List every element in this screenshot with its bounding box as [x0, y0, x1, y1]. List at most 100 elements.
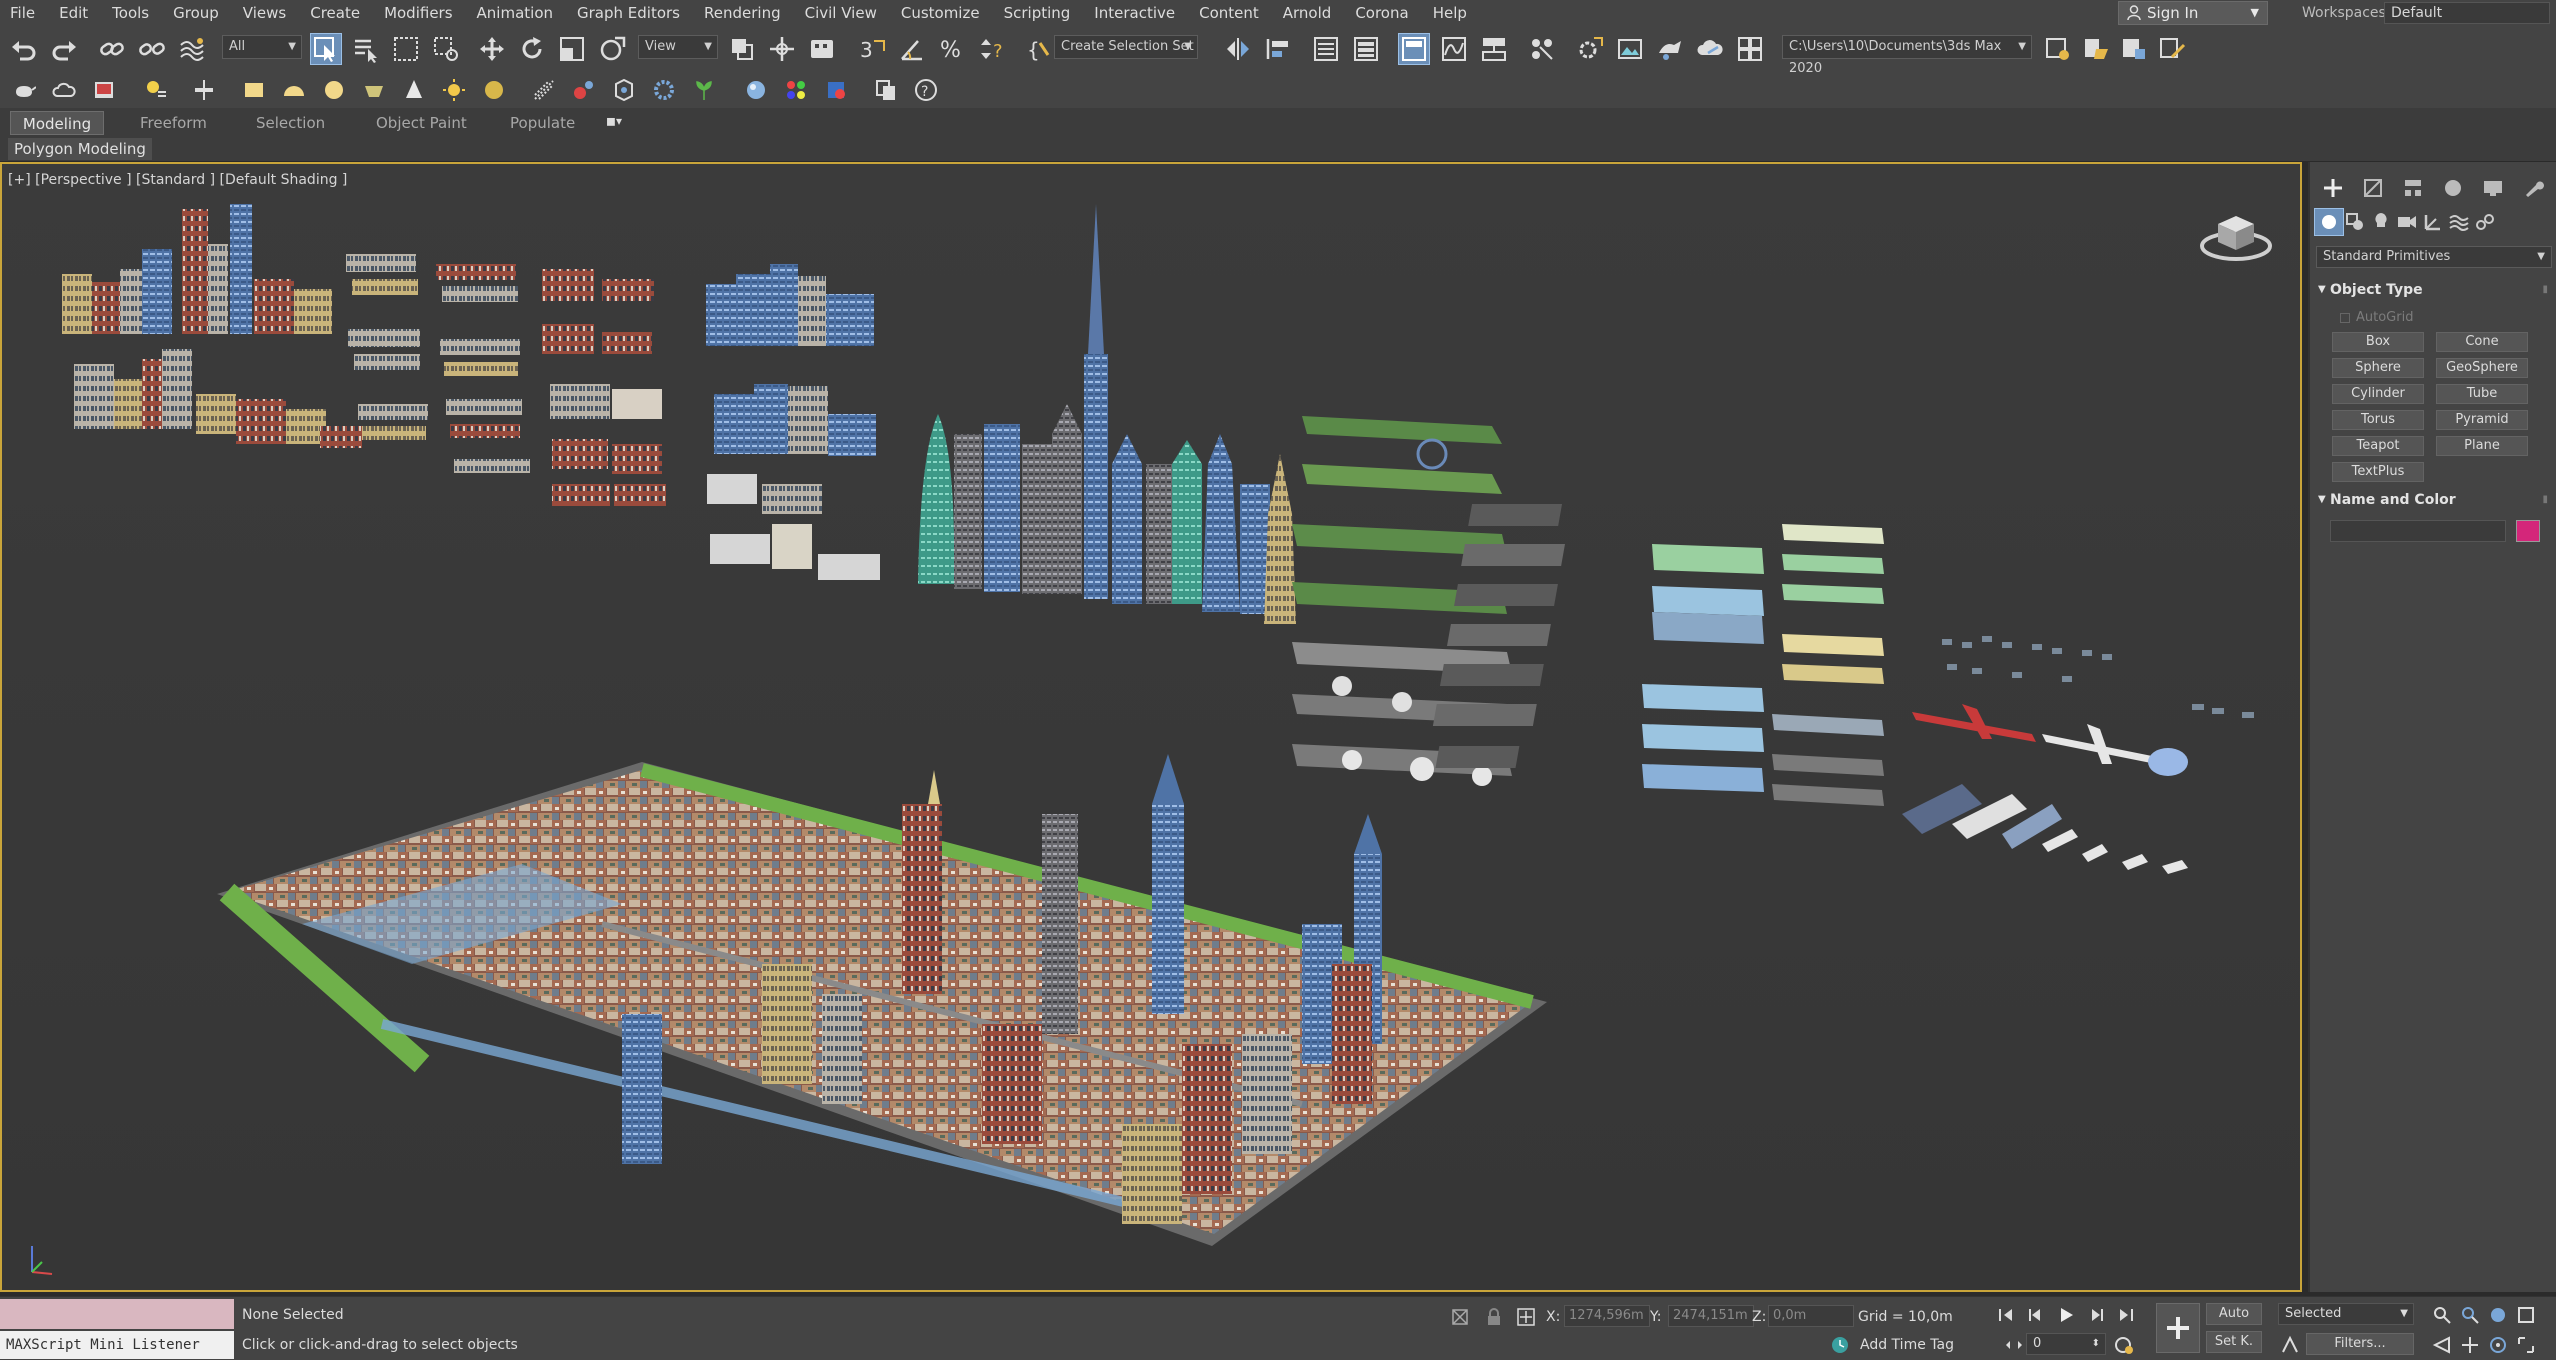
box-button[interactable]: Box	[2332, 332, 2424, 352]
pan-view-icon[interactable]	[2458, 1333, 2482, 1357]
lock-icon[interactable]	[1482, 1305, 1506, 1329]
copy-icon[interactable]	[870, 74, 902, 106]
next-frame-icon[interactable]	[2084, 1303, 2108, 1327]
light-bulb-icon[interactable]	[478, 74, 510, 106]
previous-frame-icon[interactable]	[2024, 1303, 2048, 1327]
align-icon[interactable]	[1262, 33, 1294, 65]
zoom-all-icon[interactable]	[2458, 1303, 2482, 1327]
menu-group[interactable]: Group	[163, 0, 233, 26]
key-filter-dropdown[interactable]: Selected ▼	[2278, 1303, 2414, 1325]
rendered-frame-window-icon[interactable]	[1614, 33, 1646, 65]
project-settings-icon[interactable]	[2156, 33, 2188, 65]
set-key-mode-button[interactable]: Set K.	[2206, 1331, 2262, 1353]
render-production-icon[interactable]	[1654, 33, 1686, 65]
menu-interactive[interactable]: Interactive	[1084, 0, 1189, 26]
pyramid-button[interactable]: Pyramid	[2436, 410, 2528, 430]
z-coordinate-field[interactable]: 0,0m	[1768, 1305, 1854, 1327]
add-time-tag[interactable]: Add Time Tag	[1860, 1337, 1954, 1353]
sphere-primitive-icon[interactable]	[318, 74, 350, 106]
redo-icon[interactable]	[48, 33, 80, 65]
plant-icon[interactable]	[688, 74, 720, 106]
menu-customize[interactable]: Customize	[891, 0, 994, 26]
schematic-view-icon[interactable]	[1478, 33, 1510, 65]
gear-icon[interactable]	[648, 74, 680, 106]
undo-icon[interactable]	[8, 33, 40, 65]
go-to-start-icon[interactable]	[1994, 1303, 2018, 1327]
layer-explorer-icon[interactable]	[1350, 33, 1382, 65]
project-folder-icon[interactable]	[2042, 33, 2074, 65]
time-tag-icon[interactable]	[1828, 1333, 1852, 1357]
viewport-label[interactable]: [+] [Perspective ] [Standard ] [Default …	[8, 172, 347, 188]
torus-button[interactable]: Torus	[2332, 410, 2424, 430]
menu-create[interactable]: Create	[300, 0, 374, 26]
render-in-cloud-icon[interactable]	[1694, 33, 1726, 65]
key-mode-icon[interactable]	[2002, 1333, 2026, 1357]
workspace-select[interactable]: Default	[2384, 2, 2550, 24]
hemisphere-icon[interactable]	[278, 74, 310, 106]
maximize-viewport-icon[interactable]	[2514, 1333, 2538, 1357]
play-icon[interactable]	[2054, 1303, 2078, 1327]
pivot-center-icon[interactable]	[726, 33, 758, 65]
sign-in-button[interactable]: Sign In ▼	[2118, 1, 2268, 25]
cloth-icon[interactable]	[608, 74, 640, 106]
plane-button[interactable]: Plane	[2436, 436, 2528, 456]
orbit-icon[interactable]	[2486, 1333, 2510, 1357]
cloud-icon[interactable]	[48, 74, 80, 106]
material-editor-icon[interactable]	[1526, 33, 1558, 65]
edit-named-selection-icon[interactable]: {	[1024, 33, 1056, 65]
tab-populate[interactable]: Populate	[500, 111, 585, 135]
menu-scripting[interactable]: Scripting	[994, 0, 1085, 26]
filters-button[interactable]: Filters...	[2306, 1333, 2414, 1355]
link-icon[interactable]	[96, 33, 128, 65]
object-type-rollout[interactable]: ▼ Object Type ▮	[2314, 280, 2554, 300]
window-crossing-icon[interactable]	[430, 33, 462, 65]
display-tab-icon[interactable]	[2478, 174, 2508, 202]
selection-set-dropdown[interactable]: Create Selection Set ▼	[1054, 35, 1198, 59]
y-coordinate-field[interactable]: 2474,151m	[1668, 1305, 1754, 1327]
place-icon[interactable]	[596, 33, 628, 65]
menu-modifiers[interactable]: Modifiers	[374, 0, 466, 26]
help-icon[interactable]: ?	[910, 74, 942, 106]
time-configuration-icon[interactable]	[2112, 1333, 2136, 1357]
plane-primitive-icon[interactable]	[238, 74, 270, 106]
snaps-toggle-icon[interactable]: 3	[856, 33, 888, 65]
bowl-icon[interactable]	[358, 74, 390, 106]
modify-tab-icon[interactable]	[2358, 174, 2388, 202]
menu-arnold[interactable]: Arnold	[1273, 0, 1346, 26]
scene-explorer-icon[interactable]	[1310, 33, 1342, 65]
rotate-icon[interactable]	[516, 33, 548, 65]
scale-icon[interactable]	[556, 33, 588, 65]
primitive-category-dropdown[interactable]: Standard Primitives ▼	[2316, 246, 2552, 268]
systems-category-icon[interactable]	[2470, 208, 2500, 236]
menu-corona[interactable]: Corona	[1345, 0, 1422, 26]
zoom-icon[interactable]	[2430, 1303, 2454, 1327]
menu-rendering[interactable]: Rendering	[694, 0, 795, 26]
textplus-button[interactable]: TextPlus	[2332, 462, 2424, 482]
toggle-ribbon-icon[interactable]	[1398, 33, 1430, 65]
sun-icon[interactable]	[438, 74, 470, 106]
utilities-tab-icon[interactable]	[2518, 174, 2548, 202]
reference-coordinate-dropdown[interactable]: View ▼	[638, 35, 718, 59]
color-palette-icon[interactable]	[780, 74, 812, 106]
spinner-snap-icon[interactable]: ?	[976, 33, 1008, 65]
menu-tools[interactable]: Tools	[102, 0, 163, 26]
zoom-extents-all-icon[interactable]	[2514, 1303, 2538, 1327]
viewcube[interactable]	[2198, 204, 2274, 264]
current-frame-field[interactable]: 0 ⬍	[2026, 1333, 2106, 1355]
create-tab-icon[interactable]	[2318, 174, 2348, 202]
teapot-button[interactable]: Teapot	[2332, 436, 2424, 456]
open-project-icon[interactable]	[2080, 33, 2112, 65]
menu-animation[interactable]: Animation	[467, 0, 567, 26]
create-project-icon[interactable]	[2118, 33, 2150, 65]
go-to-end-icon[interactable]	[2114, 1303, 2138, 1327]
a360-gallery-icon[interactable]	[1734, 33, 1766, 65]
move-icon[interactable]	[476, 33, 508, 65]
material-sphere-icon[interactable]	[740, 74, 772, 106]
rectangular-selection-icon[interactable]	[390, 33, 422, 65]
menu-file[interactable]: File	[0, 0, 49, 26]
set-key-button[interactable]	[2156, 1303, 2200, 1353]
project-path-dropdown[interactable]: C:\Users\10\Documents\3ds Max 2020 ▼	[1782, 35, 2032, 76]
tab-modeling[interactable]: Modeling	[10, 111, 104, 135]
perspective-viewport[interactable]: [+] [Perspective ] [Standard ] [Default …	[0, 162, 2302, 1292]
menu-graph-editors[interactable]: Graph Editors	[567, 0, 694, 26]
